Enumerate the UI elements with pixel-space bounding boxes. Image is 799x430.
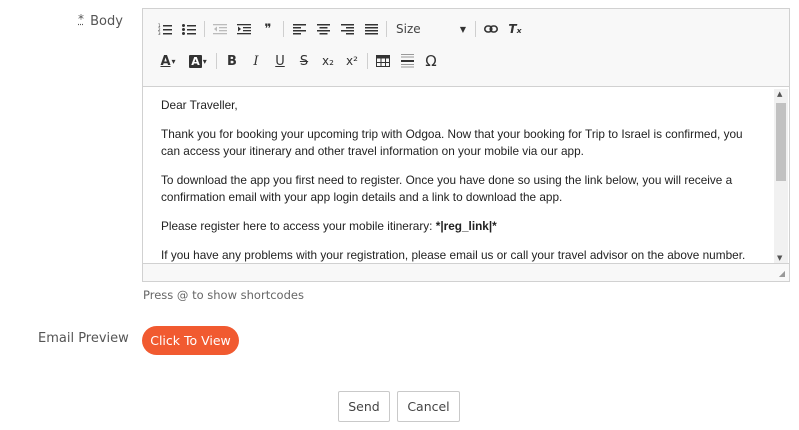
numbered-list-icon[interactable]: 123: [153, 17, 177, 41]
background-color-icon[interactable]: A ▾: [183, 49, 213, 73]
resize-handle-icon[interactable]: ◢: [779, 269, 785, 278]
paragraph-3: Please register here to access your mobi…: [161, 219, 497, 233]
bullet-list-icon[interactable]: [177, 17, 201, 41]
paragraph-4: If you have any problems with your regis…: [161, 248, 746, 262]
editor-toolbar: 123 ❞ Size ▼ Tₓ A ▾ A ▾ B I U S x₂ x² Ω: [143, 9, 789, 87]
editor-scrollbar[interactable]: ▲ ▼: [774, 89, 788, 263]
toolbar-separator: [386, 21, 387, 37]
scroll-up-icon[interactable]: ▲: [777, 90, 782, 98]
blockquote-icon[interactable]: ❞: [256, 17, 280, 41]
toolbar-separator: [283, 21, 284, 37]
font-size-select[interactable]: Size ▼: [392, 18, 470, 40]
paragraph-2: To download the app you first need to re…: [161, 173, 733, 204]
greeting-paragraph: Dear Traveller,: [161, 98, 238, 112]
toolbar-separator: [367, 53, 368, 69]
strike-icon[interactable]: S: [292, 49, 316, 73]
bold-icon[interactable]: B: [220, 49, 244, 73]
table-icon[interactable]: [371, 49, 395, 73]
editor-content[interactable]: Dear Traveller, Thank you for booking yo…: [143, 88, 789, 264]
body-label-text: Body: [90, 14, 123, 29]
registration-shortcode: *|reg_link|*: [435, 219, 497, 233]
link-icon[interactable]: [479, 17, 503, 41]
click-to-view-button[interactable]: Click To View: [142, 326, 239, 355]
align-left-icon[interactable]: [287, 17, 311, 41]
toolbar-row-1: 123 ❞ Size ▼ Tₓ: [153, 14, 781, 44]
font-size-label: Size: [396, 22, 421, 36]
align-right-icon[interactable]: [335, 17, 359, 41]
outdent-icon[interactable]: [208, 17, 232, 41]
editor-statusbar: ◢: [143, 263, 789, 281]
align-center-icon[interactable]: [311, 17, 335, 41]
superscript-icon[interactable]: x²: [340, 49, 364, 73]
toolbar-separator: [475, 21, 476, 37]
shortcode-hint: Press @ to show shortcodes: [143, 288, 304, 302]
cancel-button[interactable]: Cancel: [397, 391, 460, 422]
indent-icon[interactable]: [232, 17, 256, 41]
remove-format-icon[interactable]: Tₓ: [503, 17, 527, 41]
chevron-down-icon: ▼: [459, 24, 466, 34]
justify-icon[interactable]: [359, 17, 383, 41]
toolbar-separator: [216, 53, 217, 69]
email-preview-label: Email Preview: [38, 331, 129, 346]
toolbar-row-2: A ▾ A ▾ B I U S x₂ x² Ω: [153, 46, 781, 76]
scrollbar-thumb[interactable]: [776, 103, 786, 181]
italic-icon[interactable]: I: [244, 49, 268, 73]
send-button[interactable]: Send: [338, 391, 390, 422]
scroll-down-icon[interactable]: ▼: [777, 254, 782, 262]
subscript-icon[interactable]: x₂: [316, 49, 340, 73]
special-char-icon[interactable]: Ω: [419, 49, 443, 73]
horizontal-line-icon[interactable]: [395, 49, 419, 73]
toolbar-separator: [204, 21, 205, 37]
rich-text-editor[interactable]: 123 ❞ Size ▼ Tₓ A ▾ A ▾ B I U S x₂ x² Ω …: [142, 8, 790, 282]
required-mark: *: [78, 12, 84, 26]
underline-icon[interactable]: U: [268, 49, 292, 73]
svg-text:3: 3: [158, 31, 161, 35]
paragraph-1: Thank you for booking your upcoming trip…: [161, 127, 743, 158]
body-label: * Body: [78, 12, 123, 29]
text-color-icon[interactable]: A ▾: [153, 49, 183, 73]
